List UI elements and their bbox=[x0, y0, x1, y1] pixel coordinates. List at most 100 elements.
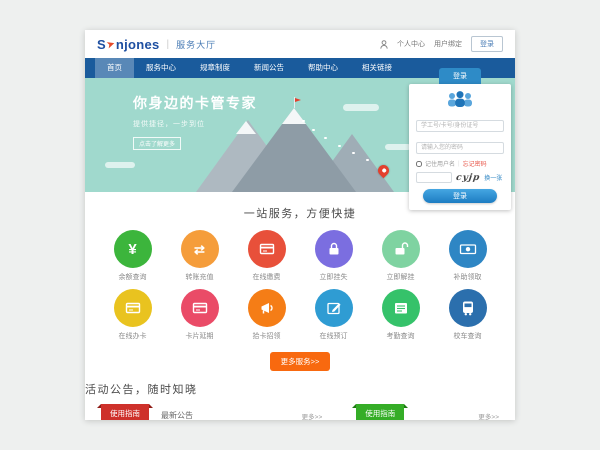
service-circle[interactable] bbox=[382, 289, 420, 327]
service-label: 在线办卡 bbox=[106, 331, 160, 341]
service-item-school-bus[interactable]: 校车查询 bbox=[441, 289, 495, 341]
announcement-panels: 使用指南 最新公告 更多>> 使用指南 更多>> bbox=[85, 407, 515, 420]
trail-dot bbox=[302, 120, 305, 123]
username-input[interactable] bbox=[416, 120, 504, 132]
service-label: 补助领取 bbox=[441, 272, 495, 282]
header-right: 个人中心 用户绑定 登录 bbox=[380, 36, 503, 52]
bus-icon bbox=[459, 299, 477, 317]
credit-card-icon bbox=[258, 240, 276, 258]
service-item-lost-found[interactable]: 拾卡招领 bbox=[240, 289, 294, 341]
portal-page: S➤njones | 服务大厅 个人中心 用户绑定 登录 首页 服务中心 规章制… bbox=[85, 30, 515, 420]
service-label: 转账充值 bbox=[173, 272, 227, 282]
list-icon bbox=[392, 299, 410, 317]
service-circle[interactable] bbox=[382, 230, 420, 268]
trail-dot bbox=[324, 137, 327, 140]
service-item-card-extension[interactable]: 卡片延期 bbox=[173, 289, 227, 341]
login-tab[interactable]: 登录 bbox=[439, 68, 481, 84]
service-circle[interactable] bbox=[449, 230, 487, 268]
captcha-input[interactable] bbox=[416, 172, 452, 183]
nav-item-news[interactable]: 新闻公告 bbox=[242, 58, 296, 78]
left-more-link[interactable]: 更多>> bbox=[302, 411, 323, 420]
captcha-image[interactable]: cyjp bbox=[455, 173, 481, 183]
trail-dot bbox=[352, 152, 355, 155]
banknote-icon bbox=[459, 240, 477, 258]
remember-label: 记住用户名 bbox=[425, 159, 455, 168]
users-group-icon bbox=[444, 90, 476, 110]
service-label: 立即解挂 bbox=[374, 272, 428, 282]
service-circle[interactable]: ¥ bbox=[114, 230, 152, 268]
logo-arrow-icon: ➤ bbox=[105, 38, 116, 51]
user-icon bbox=[380, 40, 388, 49]
nav-item-home[interactable]: 首页 bbox=[95, 58, 134, 78]
remember-checkbox[interactable] bbox=[416, 161, 422, 167]
left-tabbar: 使用指南 最新公告 更多>> bbox=[101, 407, 322, 420]
announcements-title: 活动公告，随时知晓 bbox=[85, 381, 515, 397]
header: S➤njones | 服务大厅 个人中心 用户绑定 登录 bbox=[85, 30, 515, 58]
tab-usage-guide[interactable]: 使用指南 bbox=[101, 404, 149, 420]
site-name: 服务大厅 bbox=[176, 38, 216, 51]
captcha-row: cyjp 换一张 bbox=[416, 172, 504, 183]
login-panel: 登录 记住用户名 | 忘记密码 cyjp 换一张 登录 bbox=[409, 68, 511, 210]
remember-row: 记住用户名 | 忘记密码 bbox=[416, 159, 504, 168]
service-item-payment[interactable]: 在线缴费 bbox=[240, 230, 294, 282]
transfer-icon: ⇄ bbox=[194, 243, 205, 256]
credit-card-icon bbox=[124, 299, 142, 317]
logo-text-rest: njones bbox=[116, 37, 160, 52]
logo-text-s: S bbox=[97, 37, 106, 52]
service-circle[interactable]: ⇄ bbox=[181, 230, 219, 268]
unlock-icon bbox=[392, 240, 410, 258]
nav-item-help-center[interactable]: 帮助中心 bbox=[296, 58, 350, 78]
service-circle[interactable] bbox=[315, 230, 353, 268]
lock-icon bbox=[325, 240, 343, 258]
cloud bbox=[105, 162, 135, 168]
service-circle[interactable] bbox=[181, 289, 219, 327]
login-submit-button[interactable]: 登录 bbox=[423, 189, 497, 203]
service-item-report-loss[interactable]: 立即挂失 bbox=[307, 230, 361, 282]
hero-headline: 你身边的卡管专家 bbox=[133, 93, 257, 113]
service-circle[interactable] bbox=[248, 230, 286, 268]
personal-center-link[interactable]: 个人中心 bbox=[397, 39, 425, 49]
captcha-refresh-link[interactable]: 换一张 bbox=[484, 173, 502, 182]
service-circle[interactable] bbox=[315, 289, 353, 327]
service-circle[interactable] bbox=[449, 289, 487, 327]
megaphone-icon bbox=[258, 299, 276, 317]
service-item-attendance[interactable]: 考勤查询 bbox=[374, 289, 428, 341]
service-label: 卡片延期 bbox=[173, 331, 227, 341]
service-label: 在线预订 bbox=[307, 331, 361, 341]
service-item-transfer[interactable]: ⇄ 转账充值 bbox=[173, 230, 227, 282]
tab-usage-guide[interactable]: 使用指南 bbox=[356, 404, 404, 420]
service-item-online-booking[interactable]: 在线预订 bbox=[307, 289, 361, 341]
forgot-password-link[interactable]: 忘记密码 bbox=[463, 159, 487, 168]
announcements-left-panel: 使用指南 最新公告 更多>> bbox=[101, 407, 322, 420]
right-more-link[interactable]: 更多>> bbox=[478, 411, 499, 420]
service-circle[interactable] bbox=[248, 289, 286, 327]
service-label: 立即挂失 bbox=[307, 272, 361, 282]
service-label: 拾卡招领 bbox=[240, 331, 294, 341]
service-item-unfreeze[interactable]: 立即解挂 bbox=[374, 230, 428, 282]
more-services-button[interactable]: 更多服务>> bbox=[270, 352, 331, 371]
service-circle[interactable] bbox=[114, 289, 152, 327]
trail-dot bbox=[366, 159, 369, 162]
password-input[interactable] bbox=[416, 142, 504, 154]
nav-item-service-center[interactable]: 服务中心 bbox=[134, 58, 188, 78]
announcements-section: 活动公告，随时知晓 使用指南 最新公告 更多>> 使用指南 更多>> bbox=[85, 381, 515, 420]
service-item-apply-card[interactable]: 在线办卡 bbox=[106, 289, 160, 341]
brand-logo[interactable]: S➤njones bbox=[97, 37, 160, 52]
trail-dot bbox=[312, 129, 315, 132]
hero-subline: 提供捷径，一步到位 bbox=[133, 119, 257, 129]
services-section: 一站服务，方便快捷 ¥ 余额查询 ⇄ 转账充值 在线缴费 立即挂失 bbox=[85, 192, 515, 371]
nav-item-links[interactable]: 相关链接 bbox=[350, 58, 404, 78]
header-login-button[interactable]: 登录 bbox=[471, 36, 503, 52]
nav-item-rules[interactable]: 规章制度 bbox=[188, 58, 242, 78]
right-tabbar: 使用指南 更多>> bbox=[356, 407, 499, 420]
service-item-balance[interactable]: ¥ 余额查询 bbox=[106, 230, 160, 282]
services-row-1: ¥ 余额查询 ⇄ 转账充值 在线缴费 立即挂失 bbox=[85, 230, 515, 282]
trail-dot bbox=[338, 145, 341, 148]
tab-latest-announcements[interactable]: 最新公告 bbox=[149, 407, 205, 420]
credit-card-icon bbox=[191, 299, 209, 317]
user-binding-link[interactable]: 用户绑定 bbox=[434, 39, 462, 49]
services-row-2: 在线办卡 卡片延期 拾卡招领 在线预订 bbox=[85, 289, 515, 341]
header-divider: | bbox=[167, 39, 170, 50]
hero-cta-button[interactable]: 点击了解更多 bbox=[133, 137, 181, 150]
service-item-subsidy[interactable]: 补助领取 bbox=[441, 230, 495, 282]
